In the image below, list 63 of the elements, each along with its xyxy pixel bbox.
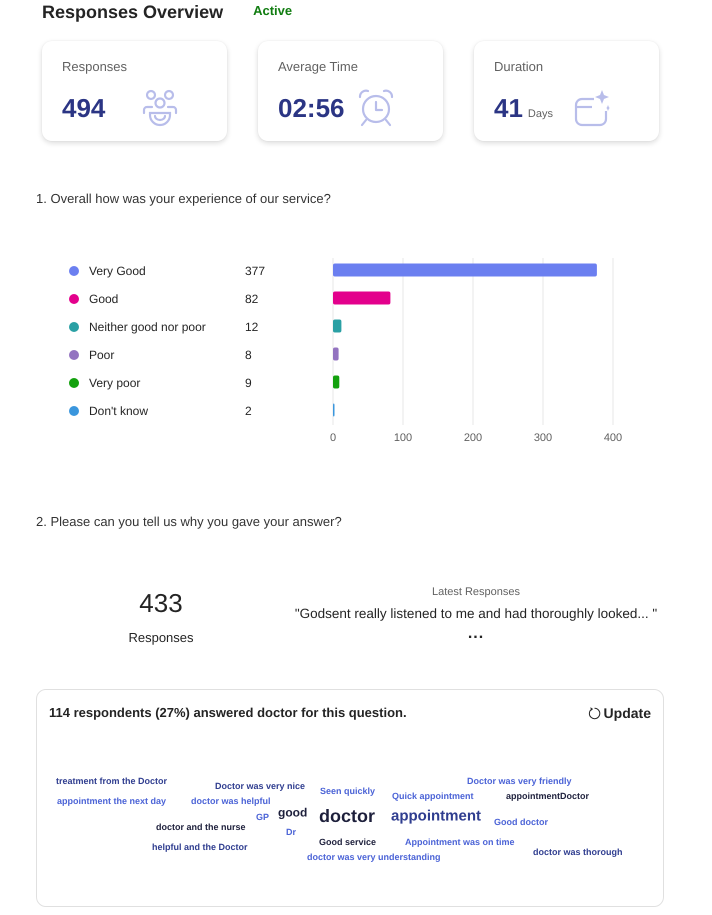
calendar-sparkle-icon (574, 89, 610, 127)
stat-value: 494 (62, 92, 106, 124)
word-cloud-term[interactable]: Good service (319, 836, 376, 848)
legend-label: Good (89, 292, 118, 306)
question-title: 2. Please can you tell us why you gave your answer? (36, 513, 342, 531)
legend-count: 9 (245, 376, 252, 390)
legend-label: Neither good nor poor (89, 320, 206, 334)
word-cloud-term[interactable]: doctor was very understanding (307, 851, 441, 863)
word-cloud-term[interactable]: Quick appointment (392, 790, 474, 802)
word-cloud-summary: 114 respondents (27%) answered doctor for this question. (49, 704, 407, 722)
axis-tick-label: 100 (394, 432, 412, 444)
stat-label: Duration (494, 58, 544, 76)
chart-bar (333, 376, 340, 388)
more-button[interactable]: ... (466, 625, 486, 643)
word-cloud-term[interactable]: treatment from the Doctor (56, 775, 168, 787)
people-icon (142, 89, 178, 127)
axis-tick-label: 200 (464, 432, 482, 444)
refresh-icon (588, 706, 601, 720)
legend-count: 8 (245, 348, 252, 362)
stat-unit: Days (528, 108, 553, 120)
word-cloud-term[interactable]: doctor was thorough (533, 846, 622, 858)
chart-bar (333, 320, 342, 332)
word-cloud-term[interactable]: Seen quickly (320, 785, 376, 797)
word-cloud-term[interactable]: Doctor was very friendly (467, 775, 572, 787)
response-count: 433 (139, 587, 183, 619)
page-title: Responses Overview (42, 1, 224, 24)
legend-label: Poor (89, 348, 114, 362)
word-cloud-term[interactable]: Good doctor (494, 816, 548, 828)
alarm-clock-icon (358, 89, 394, 127)
response-count-label: Responses (128, 629, 194, 647)
word-cloud-term[interactable]: appointment the next day (57, 795, 166, 807)
legend-label: Don't know (89, 404, 148, 418)
word-cloud-term[interactable]: appointment (391, 806, 481, 826)
stat-value: 41 (494, 92, 523, 124)
update-button[interactable]: Update (588, 703, 651, 723)
legend-count: 2 (245, 404, 252, 418)
word-cloud-term[interactable]: doctor and the nurse (156, 821, 246, 833)
word-cloud-term[interactable]: GP (256, 811, 270, 823)
legend-label: Very Good (89, 264, 146, 278)
axis-tick-label: 0 (330, 432, 336, 444)
latest-responses-label: Latest Responses (432, 585, 520, 600)
word-cloud-term[interactable]: good (278, 806, 308, 820)
legend-count: 377 (245, 264, 266, 278)
question-title: 1. Overall how was your experience of our service? (36, 190, 331, 208)
word-cloud-term[interactable]: helpful and the Doctor (152, 841, 248, 853)
axis-tick-label: 300 (534, 432, 552, 444)
status-label: Active (253, 2, 292, 20)
word-cloud-term[interactable]: doctor (319, 805, 375, 827)
word-cloud-term[interactable]: doctor was helpful (191, 795, 271, 807)
word-cloud-term[interactable]: Doctor was very nice (215, 780, 306, 792)
legend-count: 12 (245, 320, 258, 334)
chart-bar (333, 292, 390, 304)
latest-response-quote: "Godsent really listened to me and had thoroughly looked... " (294, 605, 658, 623)
axis-tick-label: 400 (604, 432, 622, 444)
chart-bar (333, 348, 339, 360)
stat-label: Responses (62, 58, 128, 76)
word-cloud-term[interactable]: Appointment was on time (405, 836, 515, 848)
legend-label: Very poor (89, 376, 140, 390)
word-cloud-term[interactable]: Dr (286, 826, 296, 838)
legend-count: 82 (245, 292, 258, 306)
stat-label: Average Time (278, 58, 358, 76)
stat-value: 02:56 (278, 92, 344, 124)
word-cloud-term[interactable]: appointmentDoctor (506, 790, 589, 802)
